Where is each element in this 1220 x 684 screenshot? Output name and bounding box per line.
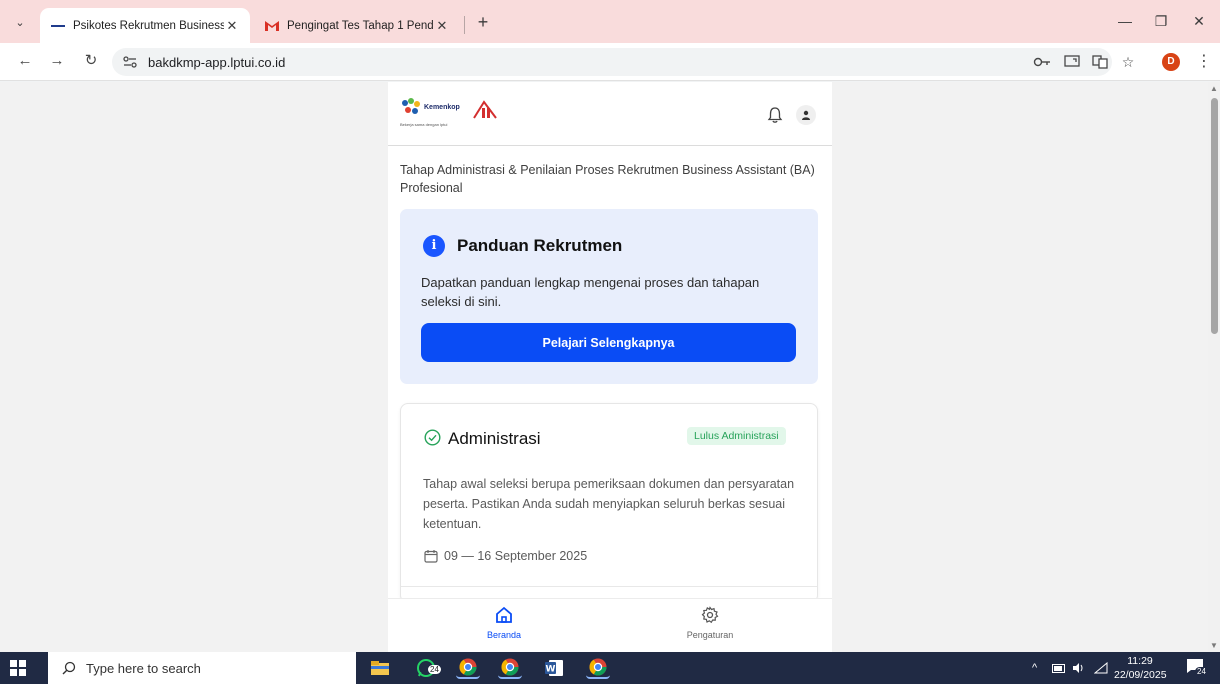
search-icon bbox=[62, 661, 76, 675]
clock-time: 11:29 bbox=[1127, 655, 1153, 667]
taskbar-search-box[interactable]: Type here to search bbox=[48, 652, 356, 684]
nav-label-home: Beranda bbox=[486, 630, 522, 640]
nav-item-settings[interactable]: Pengaturan bbox=[600, 599, 820, 652]
guide-title: Panduan Rekrutmen bbox=[457, 236, 623, 255]
svg-text:W: W bbox=[546, 665, 556, 675]
app-container: Kemenkop Bekerja sama dengan lptui Tahap… bbox=[388, 82, 832, 652]
administration-card[interactable]: Administrasi Lulus Administrasi Tahap aw… bbox=[400, 403, 818, 603]
guide-description: Dapatkan panduan lengkap mengenai proses… bbox=[421, 275, 760, 309]
clock-date: 22/09/2025 bbox=[1114, 669, 1167, 681]
password-key-icon[interactable] bbox=[1032, 52, 1052, 72]
bottom-navigation: Beranda Pengaturan bbox=[388, 598, 832, 652]
administration-date: 09 — 16 September 2025 bbox=[444, 549, 588, 563]
word-icon[interactable]: W bbox=[542, 657, 566, 679]
whatsapp-badge: 24 bbox=[428, 665, 441, 674]
nav-item-home[interactable]: Beranda bbox=[394, 599, 614, 652]
notification-count: 24 bbox=[1195, 667, 1208, 676]
tab-strip: ⌄ Psikotes Rekrutmen Business As ✕ Pengi… bbox=[0, 0, 1220, 43]
cast-icon[interactable] bbox=[1062, 52, 1082, 72]
notification-bell-icon[interactable] bbox=[766, 106, 784, 124]
gmail-icon bbox=[264, 18, 280, 34]
home-icon bbox=[496, 606, 512, 623]
page-viewport: Kemenkop Bekerja sama dengan lptui Tahap… bbox=[0, 82, 1220, 652]
scroll-up-icon[interactable]: ▲ bbox=[1210, 84, 1218, 93]
show-hidden-icons-icon[interactable]: ^ bbox=[1032, 652, 1037, 684]
page-heading: Tahap Administrasi & Penilaian Proses Re… bbox=[400, 163, 815, 195]
status-badge: Lulus Administrasi bbox=[687, 427, 786, 445]
new-tab-button[interactable]: + bbox=[472, 11, 494, 33]
gear-icon bbox=[701, 606, 719, 624]
administration-description: Tahap awal seleksi berupa pemeriksaan do… bbox=[423, 477, 795, 531]
translate-icon[interactable] bbox=[1090, 52, 1110, 72]
administration-title: Administrasi bbox=[448, 429, 541, 448]
chrome-profile-3-icon[interactable] bbox=[586, 657, 610, 679]
notification-center-icon[interactable]: 24 bbox=[1186, 658, 1208, 678]
tab-gmail[interactable]: Pengingat Tes Tahap 1 Pendafta ✕ bbox=[254, 8, 460, 43]
tab-divider bbox=[464, 16, 465, 34]
logo-text: Kemenkop bbox=[424, 104, 460, 111]
user-account-icon[interactable] bbox=[796, 105, 816, 125]
recruitment-guide-card: i Panduan Rekrutmen Dapatkan panduan len… bbox=[400, 209, 818, 384]
chrome-profile-2-icon[interactable] bbox=[498, 657, 522, 679]
tab-search-chevron-icon[interactable]: ⌄ bbox=[10, 12, 30, 32]
chrome-profile-1-icon[interactable] bbox=[456, 657, 480, 679]
info-icon: i bbox=[423, 235, 445, 257]
browser-toolbar: ← → ↻ bakdkmp-app.lptui.co.id ☆ D ⋮ bbox=[0, 43, 1220, 81]
whatsapp-icon[interactable]: 24 bbox=[410, 657, 442, 679]
profile-avatar[interactable]: D bbox=[1162, 53, 1180, 71]
minimize-button[interactable]: — bbox=[1112, 8, 1138, 34]
tab-close-icon[interactable]: ✕ bbox=[434, 18, 450, 34]
taskbar-clock[interactable]: 11:29 22/09/2025 bbox=[1114, 654, 1167, 682]
learn-more-button[interactable]: Pelajari Selengkapnya bbox=[421, 323, 796, 362]
logo-subtext: Bekerja sama dengan lptui bbox=[400, 122, 448, 127]
battery-icon[interactable] bbox=[1052, 652, 1066, 684]
site-settings-icon[interactable] bbox=[120, 52, 140, 72]
app-header: Kemenkop Bekerja sama dengan lptui bbox=[388, 82, 832, 146]
scroll-down-icon[interactable]: ▼ bbox=[1210, 641, 1218, 650]
back-button[interactable]: ← bbox=[14, 50, 36, 72]
address-bar[interactable]: bakdkmp-app.lptui.co.id bbox=[112, 48, 1112, 76]
nav-label-settings: Pengaturan bbox=[686, 630, 734, 640]
check-circle-icon bbox=[424, 429, 441, 446]
tab-title: Pengingat Tes Tahap 1 Pendafta bbox=[287, 19, 434, 32]
forward-button[interactable]: → bbox=[46, 50, 68, 72]
browser-menu-icon[interactable]: ⋮ bbox=[1196, 51, 1212, 73]
calendar-icon bbox=[424, 550, 438, 563]
card-divider bbox=[401, 586, 817, 587]
windows-start-icon[interactable] bbox=[10, 660, 26, 676]
network-icon[interactable] bbox=[1094, 652, 1108, 684]
restore-button[interactable]: ❐ bbox=[1148, 8, 1174, 34]
page-scrollbar[interactable]: ▲ ▼ bbox=[1208, 82, 1220, 652]
file-explorer-icon[interactable] bbox=[368, 657, 392, 679]
volume-icon[interactable] bbox=[1072, 652, 1086, 684]
kemenkop-logo: Kemenkop Bekerja sama dengan lptui bbox=[400, 96, 510, 132]
search-placeholder: Type here to search bbox=[86, 660, 201, 676]
tab-psikotes[interactable]: Psikotes Rekrutmen Business As ✕ bbox=[40, 8, 250, 43]
reload-button[interactable]: ↻ bbox=[80, 50, 102, 72]
site-favicon-icon bbox=[50, 18, 66, 34]
tab-title: Psikotes Rekrutmen Business As bbox=[73, 19, 224, 32]
close-window-button[interactable]: ✕ bbox=[1186, 8, 1212, 34]
tab-close-icon[interactable]: ✕ bbox=[224, 18, 240, 34]
bookmark-star-icon[interactable]: ☆ bbox=[1118, 52, 1138, 72]
windows-taskbar: Type here to search 24 W ^ 11:29 22/09/2… bbox=[0, 652, 1220, 684]
scrollbar-thumb[interactable] bbox=[1211, 98, 1218, 334]
url-text: bakdkmp-app.lptui.co.id bbox=[148, 54, 286, 70]
